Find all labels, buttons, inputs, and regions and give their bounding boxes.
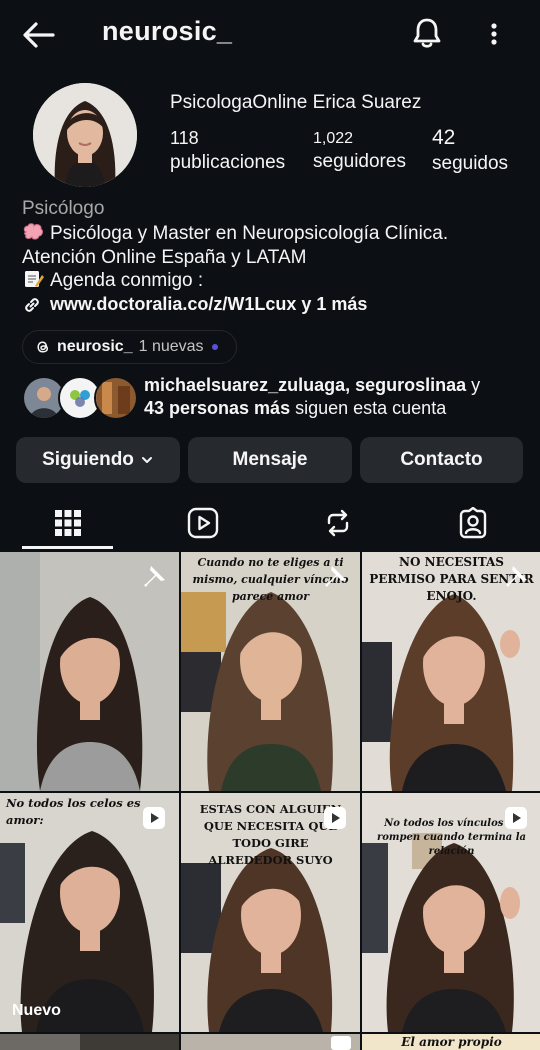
threads-unread-dot: [211, 344, 218, 350]
more-options-button[interactable]: [480, 16, 508, 54]
chevron-down-icon: [141, 457, 152, 463]
bio-line-1: Psicóloga y Master en Neuropsicología Cl…: [50, 223, 449, 244]
post-tile[interactable]: Cuando no te eliges a ti mismo, cualquie…: [181, 552, 360, 791]
reel-icon: [505, 807, 527, 829]
post-tile[interactable]: [181, 1034, 360, 1050]
post-tile[interactable]: [0, 552, 179, 791]
stat-posts[interactable]: 118 publicaciones: [170, 128, 285, 174]
profile-category: Psicólogo: [22, 198, 105, 219]
post-tile[interactable]: ESTAS CON ALGUIEN QUE NECESITA QUE TODO …: [181, 793, 360, 1032]
stat-posts-count: 118: [170, 128, 199, 148]
avatar-photo: [33, 83, 137, 187]
mutual-others: 43 personas más: [144, 398, 291, 418]
post-tile[interactable]: El amor propio: [362, 1034, 540, 1050]
notifications-button[interactable]: [408, 14, 446, 52]
new-post-badge: Nuevo: [12, 1002, 61, 1019]
bio-line: Psicóloga y Master en Neuropsicología Cl…: [22, 222, 532, 246]
profile-tabs: [0, 494, 540, 552]
mutual-suffix: siguen esta cuenta: [290, 398, 447, 418]
posts-grid: Cuando no te eliges a ti mismo, cualquie…: [0, 552, 540, 1050]
profile-link-text: www.doctoralia.co/z/W1Lcux y 1 más: [50, 294, 368, 314]
stat-following-label: seguidos: [432, 153, 509, 174]
bio-line-3: Agenda conmigo :: [50, 270, 204, 291]
threads-handle: neurosic_: [57, 338, 133, 355]
pin-icon: [144, 566, 165, 587]
threads-new-count: 1 nuevas: [138, 338, 204, 355]
mutual-avatar: [94, 376, 138, 420]
stat-following-count: 42: [432, 126, 456, 149]
message-button[interactable]: Mensaje: [188, 437, 352, 483]
threads-icon: [37, 341, 49, 353]
post-tile[interactable]: [0, 1034, 179, 1050]
stat-followers-count: 1,022: [313, 130, 354, 147]
message-button-label: Mensaje: [232, 449, 308, 470]
profile-actions: Siguiendo Mensaje Contacto: [16, 437, 523, 483]
brain-icon: [23, 223, 43, 240]
more-vertical-icon: [491, 23, 497, 45]
back-button[interactable]: [20, 16, 58, 54]
stat-followers[interactable]: 1,022 seguidores: [313, 128, 406, 173]
post-overlay-text: El amor propio: [401, 1035, 502, 1049]
post-tile[interactable]: No todos los celos es amor: Nuevo: [0, 793, 179, 1032]
following-button[interactable]: Siguiendo: [16, 437, 180, 483]
contact-button-label: Contacto: [400, 449, 483, 470]
pin-icon: [506, 566, 527, 587]
top-bar: neurosic_: [0, 0, 540, 70]
tab-reels[interactable]: [135, 494, 270, 552]
grid-icon: [54, 510, 81, 536]
contact-button[interactable]: Contacto: [360, 437, 523, 483]
reels-icon: [187, 507, 218, 539]
memo-icon: [25, 271, 44, 287]
tab-tagged[interactable]: [405, 494, 540, 552]
link-icon: [25, 297, 39, 312]
pin-icon: [325, 566, 346, 587]
mutual-avatar-photo: [96, 378, 136, 418]
bell-icon: [413, 18, 441, 48]
reel-icon: [143, 807, 165, 829]
tagged-icon: [459, 507, 486, 539]
bio-line: Agenda conmigo :: [22, 269, 532, 293]
post-tile[interactable]: No todos los vínculos se rompen cuando t…: [362, 793, 540, 1032]
profile-bio: Psicóloga y Master en Neuropsicología Cl…: [22, 222, 532, 293]
post-photo: [181, 1034, 360, 1050]
stat-following[interactable]: 42 seguidos: [432, 126, 509, 175]
stat-posts-label: publicaciones: [170, 152, 286, 173]
threads-badge[interactable]: neurosic_ 1 nuevas: [22, 330, 237, 364]
profile-username[interactable]: neurosic_: [102, 16, 232, 47]
profile-display-name: PsicologaOnline Erica Suarez: [170, 92, 422, 113]
mutual-followers-text[interactable]: michaelsuarez_zuluaga, seguroslinaa y 43…: [144, 374, 534, 420]
back-arrow-icon: [23, 22, 55, 48]
mutual-names: michaelsuarez_zuluaga, seguroslinaa: [144, 375, 467, 395]
mutual-connector: y: [466, 375, 481, 395]
reposts-icon: [327, 509, 348, 537]
profile-avatar[interactable]: [33, 83, 137, 187]
tab-posts-grid[interactable]: [0, 494, 135, 552]
profile-link[interactable]: www.doctoralia.co/z/W1Lcux y 1 más: [22, 294, 367, 315]
following-button-label: Siguiendo: [42, 449, 134, 470]
reel-icon: [324, 807, 346, 829]
bio-line-2: Atención Online España y LATAM: [22, 246, 307, 268]
tab-reposts[interactable]: [270, 494, 405, 552]
active-tab-indicator: [22, 546, 113, 549]
post-tile[interactable]: NO NECESITAS PERMISO PARA SENTIR ENOJO.: [362, 552, 540, 791]
stat-followers-label: seguidores: [313, 151, 406, 172]
post-photo: [0, 1034, 179, 1050]
